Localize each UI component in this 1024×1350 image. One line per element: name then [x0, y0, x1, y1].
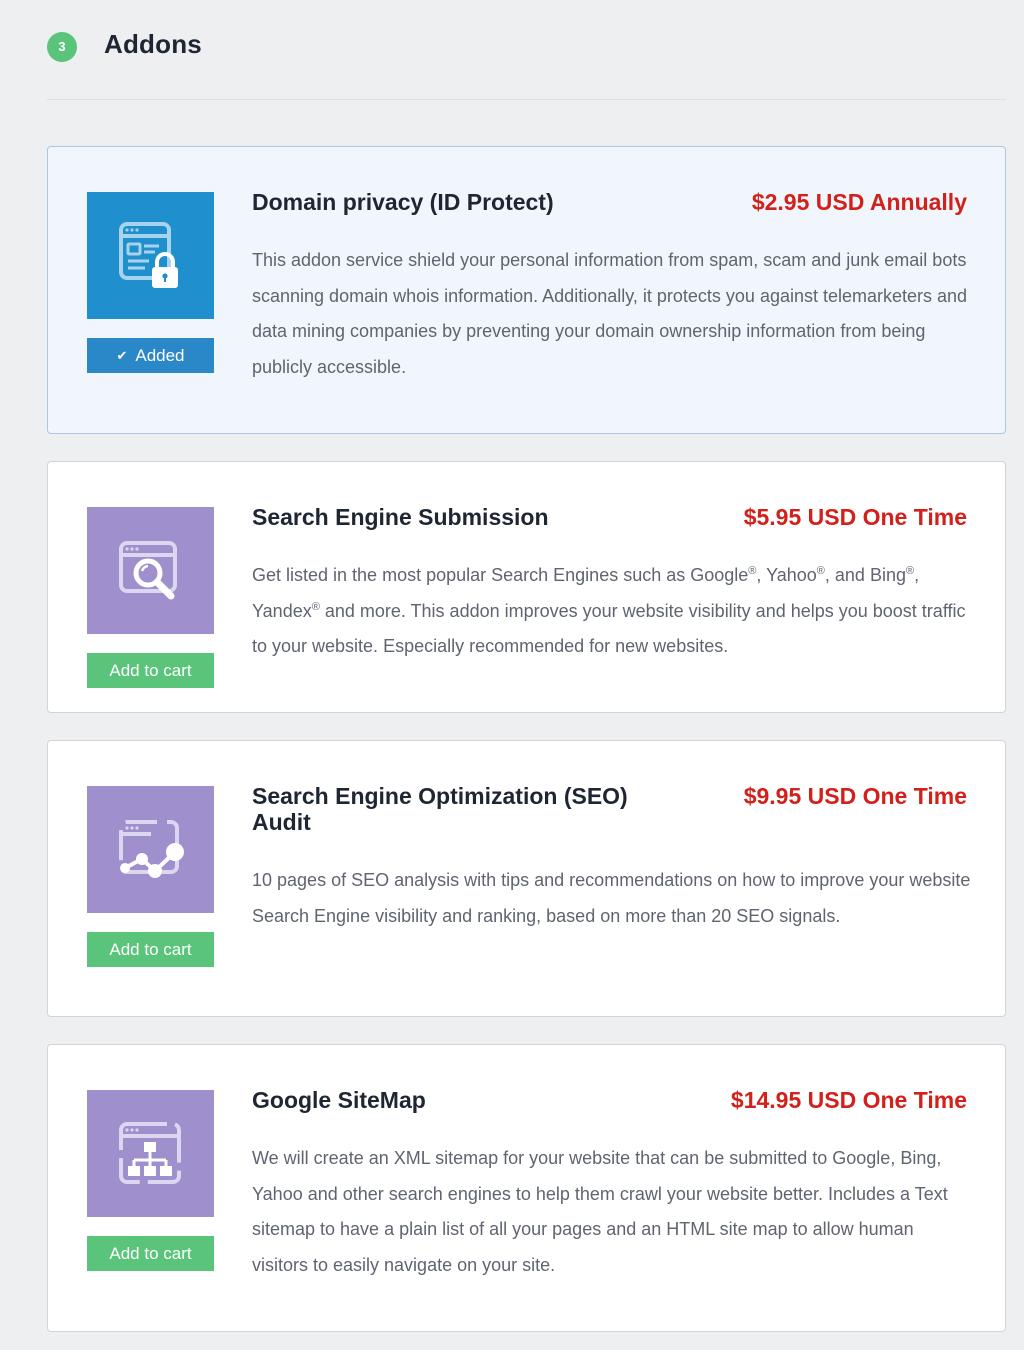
graph-nodes-icon: [87, 786, 214, 913]
addon-card-search-engine-submission: Add to cart Search Engine Submission $5.…: [47, 461, 1006, 713]
addon-card-seo-audit: Add to cart Search Engine Optimization (…: [47, 740, 1006, 1017]
add-to-cart-button[interactable]: Add to cart: [87, 932, 214, 967]
addon-price: $14.95 USD One Time: [730, 1087, 967, 1113]
added-button[interactable]: ✔ Added: [87, 338, 214, 373]
step-number-badge: 3: [47, 32, 77, 62]
addon-description: This addon service shield your personal …: [252, 250, 968, 378]
add-to-cart-button[interactable]: Add to cart: [87, 653, 214, 688]
addon-name: Domain privacy (ID Protect): [252, 189, 554, 215]
addon-card-domain-privacy: ✔ Added Domain privacy (ID Protect) $2.95…: [47, 146, 1006, 434]
addon-description: We will create an XML sitemap for your w…: [252, 1148, 948, 1276]
id-lock-icon: [87, 192, 214, 319]
checkmark-icon: ✔: [116, 348, 128, 363]
addon-description: 10 pages of SEO analysis with tips and r…: [252, 870, 971, 926]
addon-name: Search Engine Submission: [252, 504, 549, 530]
addon-price: $9.95 USD One Time: [743, 783, 967, 809]
addon-name: Search Engine Optimization (SEO) Audit: [252, 783, 628, 835]
section-title: Addons: [104, 29, 202, 59]
sitemap-icon: [87, 1090, 214, 1217]
magnifier-icon: [87, 507, 214, 634]
addon-description: Get listed in the most popular Search En…: [252, 565, 966, 657]
addon-card-google-sitemap: Add to cart Google SiteMap $14.95 USD On…: [47, 1044, 1006, 1332]
addon-price: $2.95 USD Annually: [751, 189, 967, 215]
addons-section-header: 3 Addons: [47, 0, 1006, 100]
addon-name: Google SiteMap: [252, 1087, 426, 1113]
addon-price: $5.95 USD One Time: [743, 504, 967, 530]
add-to-cart-button[interactable]: Add to cart: [87, 1236, 214, 1271]
